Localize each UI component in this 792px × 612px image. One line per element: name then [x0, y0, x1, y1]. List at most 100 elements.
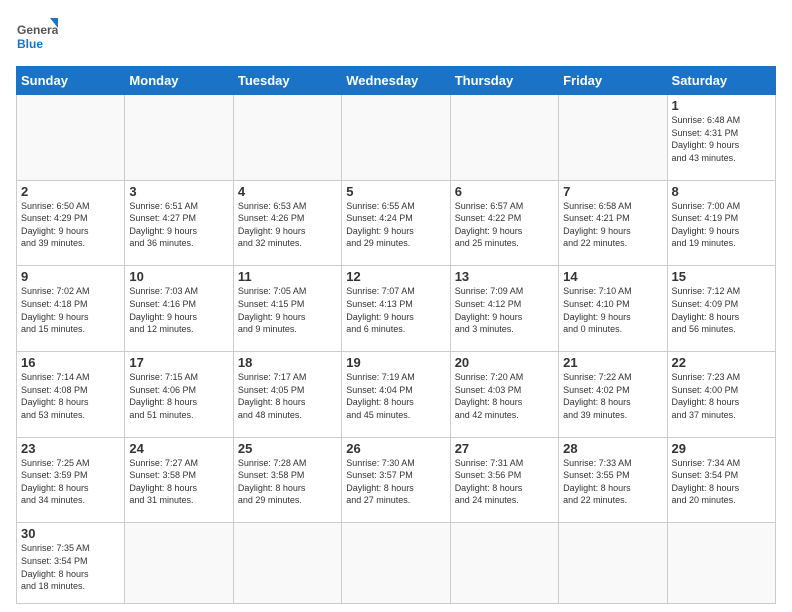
day-info: Sunrise: 7:10 AM Sunset: 4:10 PM Dayligh… [563, 285, 662, 335]
table-row [342, 95, 450, 181]
day-number: 4 [238, 184, 337, 199]
table-row: 6Sunrise: 6:57 AM Sunset: 4:22 PM Daylig… [450, 180, 558, 266]
table-row [125, 523, 233, 604]
table-row: 30Sunrise: 7:35 AM Sunset: 3:54 PM Dayli… [17, 523, 125, 604]
day-number: 9 [21, 269, 120, 284]
table-row: 23Sunrise: 7:25 AM Sunset: 3:59 PM Dayli… [17, 437, 125, 523]
table-row: 10Sunrise: 7:03 AM Sunset: 4:16 PM Dayli… [125, 266, 233, 352]
table-row [450, 523, 558, 604]
day-info: Sunrise: 7:34 AM Sunset: 3:54 PM Dayligh… [672, 457, 771, 507]
table-row [450, 95, 558, 181]
table-row: 13Sunrise: 7:09 AM Sunset: 4:12 PM Dayli… [450, 266, 558, 352]
day-number: 5 [346, 184, 445, 199]
day-info: Sunrise: 7:22 AM Sunset: 4:02 PM Dayligh… [563, 371, 662, 421]
col-monday: Monday [125, 67, 233, 95]
day-info: Sunrise: 7:30 AM Sunset: 3:57 PM Dayligh… [346, 457, 445, 507]
table-row: 12Sunrise: 7:07 AM Sunset: 4:13 PM Dayli… [342, 266, 450, 352]
table-row: 17Sunrise: 7:15 AM Sunset: 4:06 PM Dayli… [125, 352, 233, 438]
day-info: Sunrise: 6:48 AM Sunset: 4:31 PM Dayligh… [672, 114, 771, 164]
day-info: Sunrise: 7:12 AM Sunset: 4:09 PM Dayligh… [672, 285, 771, 335]
col-friday: Friday [559, 67, 667, 95]
day-info: Sunrise: 7:14 AM Sunset: 4:08 PM Dayligh… [21, 371, 120, 421]
calendar-week-row: 16Sunrise: 7:14 AM Sunset: 4:08 PM Dayli… [17, 352, 776, 438]
table-row: 2Sunrise: 6:50 AM Sunset: 4:29 PM Daylig… [17, 180, 125, 266]
col-thursday: Thursday [450, 67, 558, 95]
day-info: Sunrise: 7:17 AM Sunset: 4:05 PM Dayligh… [238, 371, 337, 421]
day-info: Sunrise: 7:20 AM Sunset: 4:03 PM Dayligh… [455, 371, 554, 421]
table-row: 15Sunrise: 7:12 AM Sunset: 4:09 PM Dayli… [667, 266, 775, 352]
svg-text:Blue: Blue [17, 37, 43, 51]
day-number: 26 [346, 441, 445, 456]
day-number: 27 [455, 441, 554, 456]
day-number: 22 [672, 355, 771, 370]
day-number: 30 [21, 526, 120, 541]
day-info: Sunrise: 6:53 AM Sunset: 4:26 PM Dayligh… [238, 200, 337, 250]
day-number: 8 [672, 184, 771, 199]
table-row: 24Sunrise: 7:27 AM Sunset: 3:58 PM Dayli… [125, 437, 233, 523]
day-info: Sunrise: 7:09 AM Sunset: 4:12 PM Dayligh… [455, 285, 554, 335]
col-saturday: Saturday [667, 67, 775, 95]
table-row: 5Sunrise: 6:55 AM Sunset: 4:24 PM Daylig… [342, 180, 450, 266]
table-row: 26Sunrise: 7:30 AM Sunset: 3:57 PM Dayli… [342, 437, 450, 523]
col-wednesday: Wednesday [342, 67, 450, 95]
day-number: 25 [238, 441, 337, 456]
table-row: 22Sunrise: 7:23 AM Sunset: 4:00 PM Dayli… [667, 352, 775, 438]
day-number: 17 [129, 355, 228, 370]
table-row: 29Sunrise: 7:34 AM Sunset: 3:54 PM Dayli… [667, 437, 775, 523]
day-number: 19 [346, 355, 445, 370]
day-info: Sunrise: 6:51 AM Sunset: 4:27 PM Dayligh… [129, 200, 228, 250]
col-sunday: Sunday [17, 67, 125, 95]
day-info: Sunrise: 7:15 AM Sunset: 4:06 PM Dayligh… [129, 371, 228, 421]
table-row: 19Sunrise: 7:19 AM Sunset: 4:04 PM Dayli… [342, 352, 450, 438]
table-row: 3Sunrise: 6:51 AM Sunset: 4:27 PM Daylig… [125, 180, 233, 266]
table-row [559, 95, 667, 181]
day-info: Sunrise: 7:25 AM Sunset: 3:59 PM Dayligh… [21, 457, 120, 507]
table-row [342, 523, 450, 604]
day-number: 6 [455, 184, 554, 199]
day-info: Sunrise: 7:23 AM Sunset: 4:00 PM Dayligh… [672, 371, 771, 421]
day-info: Sunrise: 7:03 AM Sunset: 4:16 PM Dayligh… [129, 285, 228, 335]
day-number: 21 [563, 355, 662, 370]
table-row: 16Sunrise: 7:14 AM Sunset: 4:08 PM Dayli… [17, 352, 125, 438]
day-info: Sunrise: 7:35 AM Sunset: 3:54 PM Dayligh… [21, 542, 120, 592]
day-number: 10 [129, 269, 228, 284]
table-row: 9Sunrise: 7:02 AM Sunset: 4:18 PM Daylig… [17, 266, 125, 352]
day-number: 13 [455, 269, 554, 284]
day-info: Sunrise: 7:31 AM Sunset: 3:56 PM Dayligh… [455, 457, 554, 507]
day-number: 16 [21, 355, 120, 370]
day-number: 18 [238, 355, 337, 370]
table-row: 21Sunrise: 7:22 AM Sunset: 4:02 PM Dayli… [559, 352, 667, 438]
calendar-week-row: 9Sunrise: 7:02 AM Sunset: 4:18 PM Daylig… [17, 266, 776, 352]
table-row: 28Sunrise: 7:33 AM Sunset: 3:55 PM Dayli… [559, 437, 667, 523]
day-number: 14 [563, 269, 662, 284]
day-info: Sunrise: 7:05 AM Sunset: 4:15 PM Dayligh… [238, 285, 337, 335]
calendar-header-row: Sunday Monday Tuesday Wednesday Thursday… [17, 67, 776, 95]
day-number: 29 [672, 441, 771, 456]
day-number: 2 [21, 184, 120, 199]
table-row [559, 523, 667, 604]
day-number: 1 [672, 98, 771, 113]
day-info: Sunrise: 7:00 AM Sunset: 4:19 PM Dayligh… [672, 200, 771, 250]
day-number: 15 [672, 269, 771, 284]
day-number: 3 [129, 184, 228, 199]
table-row: 18Sunrise: 7:17 AM Sunset: 4:05 PM Dayli… [233, 352, 341, 438]
day-info: Sunrise: 6:58 AM Sunset: 4:21 PM Dayligh… [563, 200, 662, 250]
table-row: 7Sunrise: 6:58 AM Sunset: 4:21 PM Daylig… [559, 180, 667, 266]
calendar-week-row: 2Sunrise: 6:50 AM Sunset: 4:29 PM Daylig… [17, 180, 776, 266]
day-number: 12 [346, 269, 445, 284]
calendar-week-row: 1Sunrise: 6:48 AM Sunset: 4:31 PM Daylig… [17, 95, 776, 181]
calendar-week-row: 30Sunrise: 7:35 AM Sunset: 3:54 PM Dayli… [17, 523, 776, 604]
day-number: 23 [21, 441, 120, 456]
table-row: 20Sunrise: 7:20 AM Sunset: 4:03 PM Dayli… [450, 352, 558, 438]
table-row: 1Sunrise: 6:48 AM Sunset: 4:31 PM Daylig… [667, 95, 775, 181]
table-row [667, 523, 775, 604]
table-row: 25Sunrise: 7:28 AM Sunset: 3:58 PM Dayli… [233, 437, 341, 523]
day-number: 7 [563, 184, 662, 199]
table-row [125, 95, 233, 181]
col-tuesday: Tuesday [233, 67, 341, 95]
logo: General Blue [16, 16, 58, 58]
logo-icon: General Blue [16, 16, 58, 58]
table-row: 14Sunrise: 7:10 AM Sunset: 4:10 PM Dayli… [559, 266, 667, 352]
page-header: General Blue [16, 16, 776, 58]
svg-text:General: General [17, 23, 58, 37]
